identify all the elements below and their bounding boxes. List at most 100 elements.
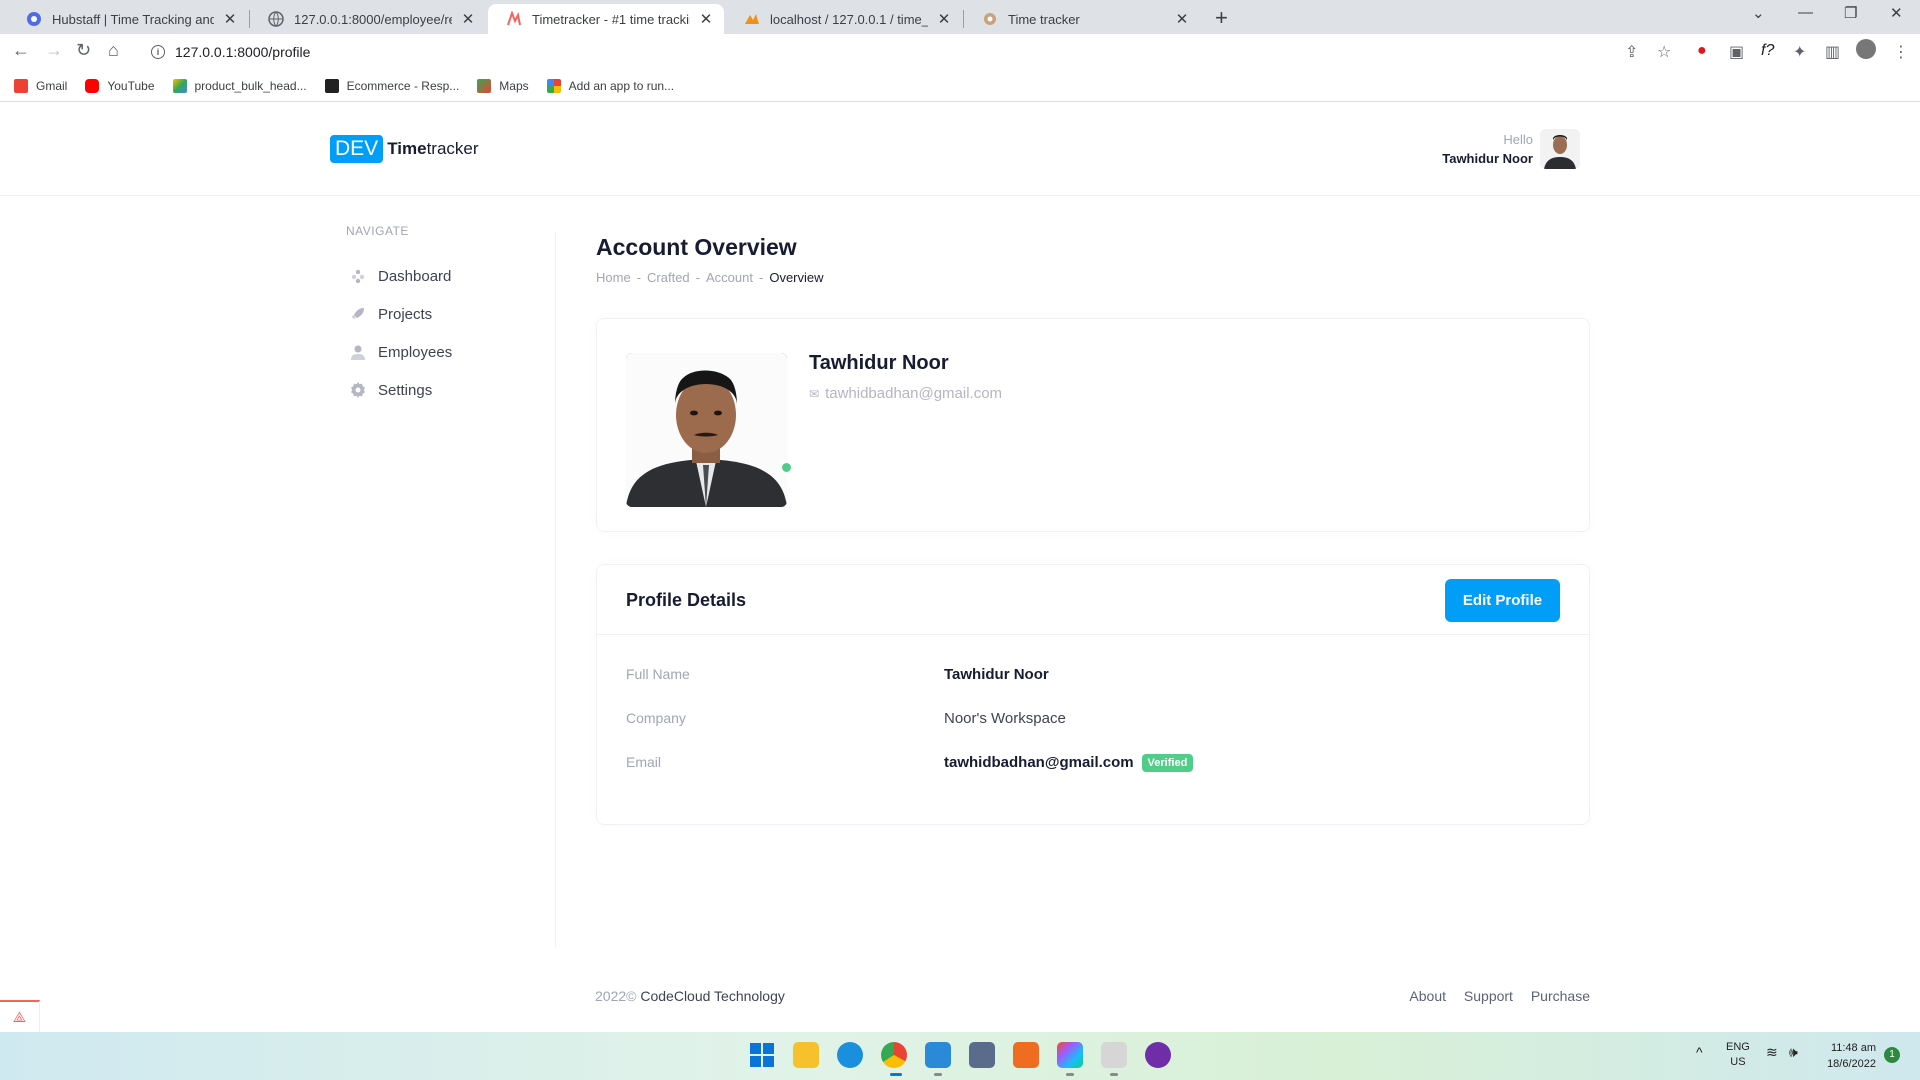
extensions-puzzle-icon[interactable]: ✦ <box>1793 42 1806 62</box>
site-info-icon[interactable]: i <box>151 45 165 59</box>
file-explorer-icon[interactable] <box>793 1042 819 1068</box>
breadcrumb-home[interactable]: Home <box>596 270 631 285</box>
sidebar-item-label: Projects <box>378 305 433 323</box>
clock[interactable]: 11:48 am 18/6/2022 <box>1818 1040 1876 1072</box>
browser-tab-time-tracker[interactable]: Time tracker ✕ <box>964 4 1200 34</box>
tab-search-icon[interactable]: ⌄ <box>1752 4 1765 22</box>
sidebar-item-projects[interactable]: Projects <box>346 295 452 333</box>
footer-link-purchase[interactable]: Purchase <box>1531 988 1590 1004</box>
nav-title: NAVIGATE <box>346 224 409 238</box>
verified-badge: Verified <box>1141 754 1194 773</box>
edit-profile-button[interactable]: Edit Profile <box>1445 579 1560 622</box>
breadcrumb: Home - Crafted - Account - Overview <box>596 270 824 285</box>
address-bar[interactable]: i 127.0.0.1:8000/profile <box>140 39 1660 65</box>
sidebar-item-dashboard[interactable]: Dashboard <box>346 257 452 295</box>
page-title: Account Overview <box>596 234 797 260</box>
profile-email[interactable]: ✉ tawhidbadhan@gmail.com <box>809 385 1002 402</box>
close-icon[interactable]: ✕ <box>698 10 714 28</box>
profile-summary-card: Tawhidur Noor ✉ tawhidbadhan@gmail.com <box>596 318 1590 532</box>
browser-tab-report[interactable]: 127.0.0.1:8000/employee/report/ ✕ <box>250 4 486 34</box>
vscode-icon[interactable] <box>925 1042 951 1068</box>
url-text: 127.0.0.1:8000/profile <box>175 44 311 60</box>
profile-name: Tawhidur Noor <box>809 352 949 374</box>
greeting-text: Hello <box>1503 132 1533 147</box>
volume-icon[interactable]: 🕪 <box>1789 1044 1798 1061</box>
github-desktop-icon[interactable] <box>1145 1042 1171 1068</box>
notification-badge[interactable]: 1 <box>1884 1047 1900 1063</box>
copyright: 2022© CodeCloud Technology <box>595 988 785 1004</box>
window-close-icon[interactable]: ✕ <box>1890 4 1903 22</box>
breadcrumb-account[interactable]: Account <box>706 270 753 285</box>
wifi-icon[interactable]: ≋ <box>1766 1044 1778 1061</box>
app-logo[interactable]: DEV Timetracker <box>330 135 479 163</box>
gmail-icon <box>14 78 28 93</box>
browser-tab-hubstaff[interactable]: Hubstaff | Time Tracking and Pro ✕ <box>8 4 248 34</box>
reload-icon[interactable]: ↻ <box>76 40 91 61</box>
opera-icon[interactable]: ● <box>1697 42 1707 60</box>
app-header: DEV Timetracker Hello Tawhidur Noor <box>0 102 1920 196</box>
windows-start-icon[interactable] <box>749 1042 775 1068</box>
globe-icon <box>982 11 998 27</box>
bookmark-star-icon[interactable]: ☆ <box>1657 42 1671 62</box>
java-icon[interactable] <box>1101 1042 1127 1068</box>
apps-grid-icon <box>546 78 561 93</box>
footer-link-about[interactable]: About <box>1409 988 1446 1004</box>
user-icon <box>350 344 366 360</box>
forward-icon[interactable]: → <box>45 40 63 61</box>
back-icon[interactable]: ← <box>12 40 30 61</box>
extension-image-icon[interactable]: ▣ <box>1729 42 1744 62</box>
language-indicator[interactable]: ENG US <box>1726 1040 1750 1070</box>
close-icon[interactable]: ✕ <box>1174 10 1190 28</box>
dashboard-icon <box>350 268 366 284</box>
header-user-name: Tawhidur Noor <box>1442 151 1533 166</box>
minimize-icon[interactable]: — <box>1798 4 1813 21</box>
sidebar-item-settings[interactable]: Settings <box>346 371 452 409</box>
breadcrumb-current: Overview <box>769 270 824 285</box>
bookmark-youtube[interactable]: YouTube <box>85 78 155 93</box>
card-header: Profile Details Edit Profile <box>597 565 1589 635</box>
profile-avatar-icon[interactable] <box>1856 39 1876 59</box>
bookmark-gmail[interactable]: Gmail <box>14 78 67 93</box>
debugbar-icon[interactable]: ⟁ <box>0 1000 40 1032</box>
youtube-icon <box>85 78 100 93</box>
new-tab-icon[interactable]: + <box>1215 5 1228 31</box>
logo-badge: DEV <box>330 135 384 163</box>
app-hexagon-icon[interactable] <box>969 1042 995 1068</box>
xampp-icon[interactable] <box>1013 1042 1039 1068</box>
breadcrumb-crafted[interactable]: Crafted <box>647 270 690 285</box>
close-icon[interactable]: ✕ <box>460 10 476 28</box>
menu-dots-icon[interactable]: ⋮ <box>1893 42 1909 62</box>
bookmark-drive[interactable]: product_bulk_head... <box>172 78 307 93</box>
close-icon[interactable]: ✕ <box>222 10 238 28</box>
side-panel-icon[interactable]: ▥ <box>1825 42 1840 62</box>
edge-icon[interactable] <box>837 1042 863 1068</box>
browser-tab-phpmyadmin[interactable]: localhost / 127.0.0.1 / time_track ✕ <box>726 4 962 34</box>
figma-icon[interactable] <box>1057 1042 1083 1068</box>
bookmark-maps[interactable]: Maps <box>477 78 529 93</box>
sidebar-nav: NAVIGATE Dashboard Projects Employees Se… <box>346 224 452 409</box>
maps-icon <box>477 78 492 93</box>
footer-company-link[interactable]: CodeCloud Technology <box>640 988 785 1004</box>
restore-icon[interactable]: ❐ <box>1844 4 1857 22</box>
sidebar-item-employees[interactable]: Employees <box>346 333 452 371</box>
browser-tab-timetracker[interactable]: Timetracker - #1 time tracking so ✕ <box>488 4 724 34</box>
browser-toolbar: ← → ↻ ⌂ i 127.0.0.1:8000/profile ⇪ ☆ ● ▣… <box>0 34 1920 70</box>
footer-link-support[interactable]: Support <box>1464 988 1513 1004</box>
detail-row-company: Company Noor's Workspace <box>626 710 1066 727</box>
chevron-up-icon[interactable]: ^ <box>1696 1044 1703 1060</box>
bookmark-ecommerce[interactable]: Ecommerce - Resp... <box>324 78 459 93</box>
home-icon[interactable]: ⌂ <box>108 40 119 61</box>
profile-photo <box>626 353 787 507</box>
detail-row-full-name: Full Name Tawhidur Noor <box>626 666 1049 683</box>
formula-extension-icon[interactable]: f? <box>1761 42 1774 60</box>
close-icon[interactable]: ✕ <box>936 10 952 28</box>
rocket-icon <box>350 306 366 322</box>
logo-text: Timetracker <box>387 139 479 158</box>
avatar[interactable] <box>1540 129 1580 169</box>
ecommerce-icon <box>324 78 339 93</box>
share-icon[interactable]: ⇪ <box>1625 42 1638 62</box>
chrome-icon[interactable] <box>881 1042 907 1068</box>
tab-title: 127.0.0.1:8000/employee/report/ <box>294 11 452 27</box>
bookmark-apps[interactable]: Add an app to run... <box>546 78 674 93</box>
detail-row-email: Email tawhidbadhan@gmail.com Verified <box>626 754 1194 773</box>
